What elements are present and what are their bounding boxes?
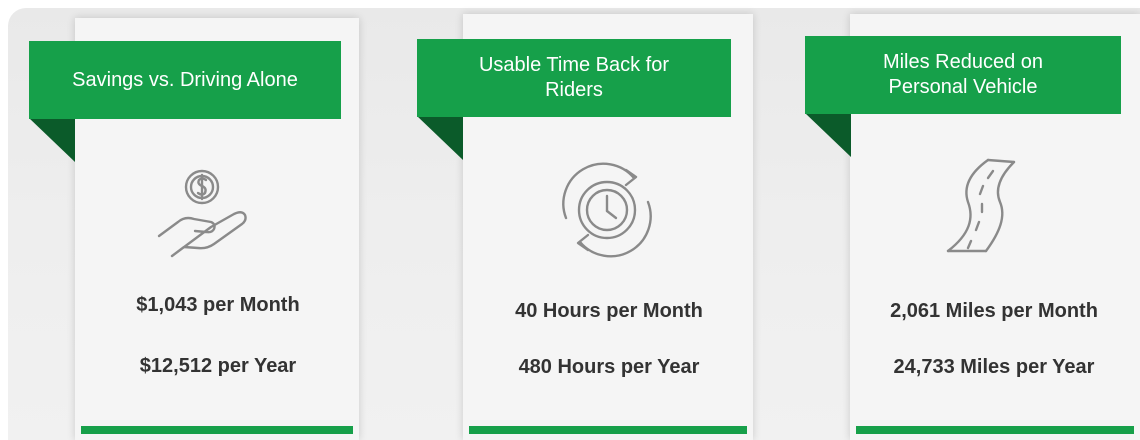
time-title: Usable Time Back for Riders: [478, 54, 670, 101]
winding-road-icon: [946, 158, 1016, 253]
miles-month-stat: 2,061 Miles per Month: [890, 300, 1098, 322]
savings-year-stat: $12,512 per Year: [139, 355, 297, 377]
card-bottom-bar: [81, 426, 353, 434]
miles-title-ribbon: Miles Reduced on Personal Vehicle: [805, 36, 1121, 114]
ribbon-fold: [805, 113, 851, 157]
savings-month-stat: $1,043 per Month: [136, 294, 300, 316]
savings-title-ribbon: Savings vs. Driving Alone: [29, 41, 341, 119]
miles-title: Miles Reduced on Personal Vehicle: [882, 51, 1044, 98]
card-bottom-bar: [856, 426, 1134, 434]
time-month-stat: 40 Hours per Month: [515, 300, 703, 322]
ribbon-fold: [417, 116, 463, 160]
miles-year-stat: 24,733 Miles per Year: [893, 356, 1095, 378]
time-year-stat: 480 Hours per Year: [518, 356, 700, 378]
ribbon-fold: [29, 118, 75, 162]
savings-title: Savings vs. Driving Alone: [72, 68, 298, 91]
card-bottom-bar: [469, 426, 747, 434]
time-title-ribbon: Usable Time Back for Riders: [417, 39, 731, 117]
dollar-hand-icon: [157, 169, 247, 258]
clock-refresh-icon: [562, 162, 652, 258]
